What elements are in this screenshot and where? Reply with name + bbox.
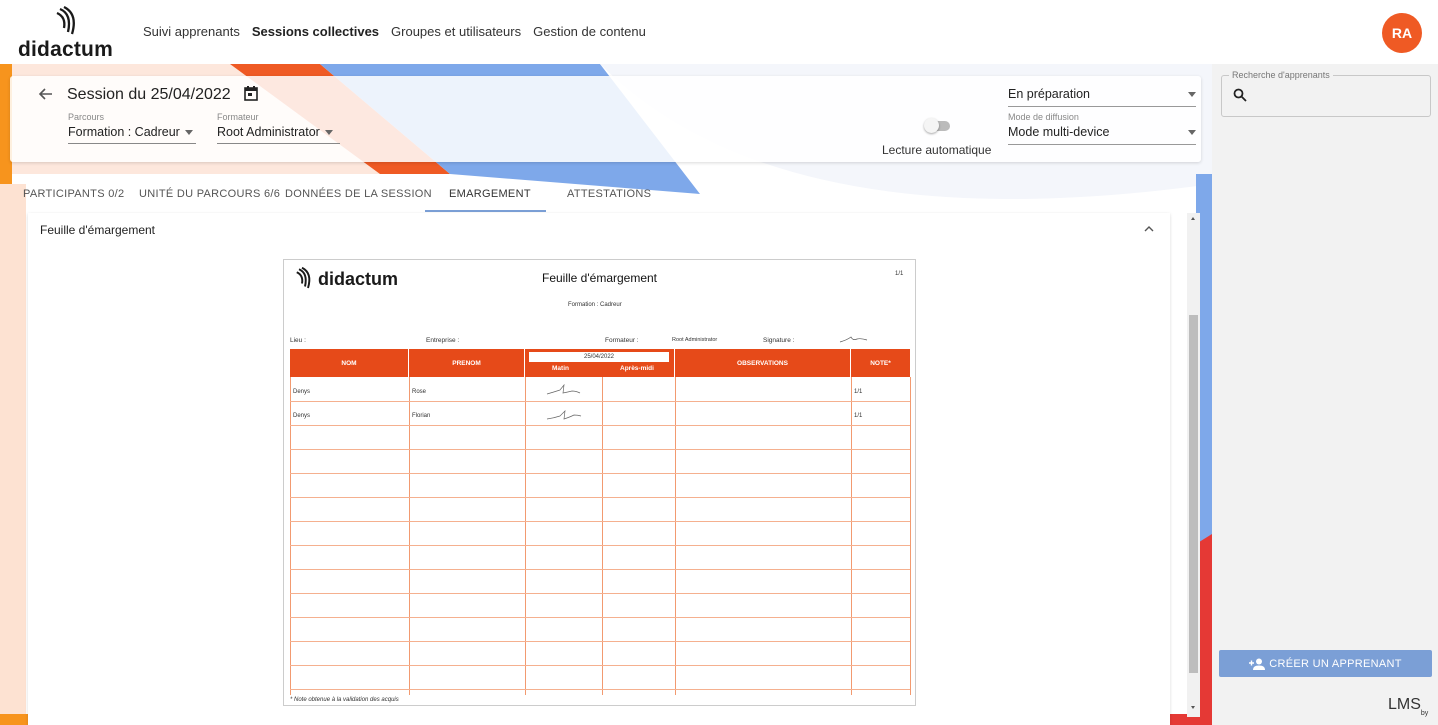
person-add-icon [1249,658,1266,670]
tab-unite-parcours[interactable]: UNITÉ DU PARCOURS 6/6 [139,188,280,200]
active-tab-indicator [425,210,546,212]
row-nom: Denys [293,389,311,395]
header-nom: NOM [290,349,409,377]
sheet-brand: didactum [318,268,399,289]
row-note: 1/1 [854,413,863,419]
user-avatar[interactable]: RA [1382,13,1422,53]
tab-attestations[interactable]: ATTESTATIONS [567,188,651,200]
status-value: En préparation [1008,87,1091,101]
chevron-down-icon [184,129,193,135]
learner-side-panel: Recherche d'apprenants CRÉER UN APPRENAN… [1212,64,1438,725]
sheet-table-header: NOM PRENOM 25/04/2022 Matin Après-midi O… [290,349,910,377]
formateur-select[interactable]: Formateur Root Administrator [217,112,340,144]
fingerprint-logo-icon [296,266,311,289]
scroll-up-icon[interactable] [1191,217,1195,220]
participant-signature [546,384,581,395]
lms-by: by [1420,710,1429,717]
sheet-logo: didactum [296,266,398,292]
sheet-title: Feuille d'émargement [542,271,658,285]
lms-text: LMS [1388,696,1421,713]
nav-item-suivi-apprenants[interactable]: Suivi apprenants [143,24,240,39]
sheet-entreprise-label: Entreprise : [426,337,460,344]
search-legend: Recherche d'apprenants [1229,70,1333,80]
chevron-up-icon[interactable] [1143,223,1155,235]
sheet-formateur-label: Formateur : [605,337,639,344]
calendar-icon[interactable] [243,85,259,102]
header-observations: OBSERVATIONS [675,349,851,377]
nav-item-sessions-collectives[interactable]: Sessions collectives [252,24,379,39]
tab-emargement[interactable]: EMARGEMENT [449,188,531,200]
trainer-signature [839,336,868,343]
attendance-sheet: didactum Feuille d'émargement 1/1 Format… [283,259,916,706]
sheet-page-number: 1/1 [895,271,904,277]
header-matin: Matin [552,365,569,372]
sheet-signature-label: Signature : [763,337,795,344]
chevron-down-icon [324,129,333,135]
arrow-back-icon[interactable] [38,86,54,102]
diffusion-select[interactable]: Mode de diffusion Mode multi-device [1008,112,1196,145]
parcours-label: Parcours [68,112,105,122]
session-title: Session du 25/04/2022 [67,86,231,103]
header-prenom: PRENOM [409,349,525,377]
header-apres-midi: Après-midi [620,365,654,372]
scroll-down-icon[interactable] [1191,706,1195,709]
content-scrollbar[interactable] [1187,213,1200,717]
session-header-card: Session du 25/04/2022 Parcours Formation… [10,76,1201,162]
fingerprint-logo-icon [56,6,75,35]
learner-search-input[interactable]: Recherche d'apprenants [1221,70,1431,117]
formateur-label: Formateur [217,112,259,122]
brand-name: didactum [18,38,113,61]
autoplay-toggle[interactable] [924,118,952,133]
parcours-value: Formation : Cadreur [68,125,180,139]
create-learner-button[interactable]: CRÉER UN APPRENANT [1219,650,1432,677]
search-icon [1233,88,1247,102]
autoplay-label: Lecture automatique [882,143,992,157]
row-prenom: Florian [412,413,431,419]
row-prenom: Rose [412,389,427,395]
parcours-select[interactable]: Parcours Formation : Cadreur [68,112,196,144]
chevron-down-icon [1188,129,1196,135]
sheet-lieu-label: Lieu : [290,337,306,344]
chevron-down-icon [1188,91,1196,97]
header-note: NOTE* [870,359,891,367]
row-note: 1/1 [854,389,863,395]
header-date: 25/04/2022 [529,352,669,362]
tab-donnees-session[interactable]: DONNÉES DE LA SESSION [285,188,432,200]
tab-participants[interactable]: PARTICIPANTS 0/2 [23,188,124,200]
sheet-formateur-value: Root Administrator [672,337,718,343]
formateur-value: Root Administrator [217,125,320,139]
sheet-footnote: * Note obtenue à la validation des acqui… [290,697,399,703]
top-bar: didactum Suivi apprenants Sessions colle… [0,0,1438,64]
diffusion-label: Mode de diffusion [1008,112,1079,122]
create-learner-label: CRÉER UN APPRENANT [1269,657,1402,670]
main-nav: Suivi apprenants Sessions collectives Gr… [143,24,646,39]
status-select[interactable]: En préparation [1008,87,1196,107]
sheet-formation: Formation : Cadreur [568,302,622,308]
row-nom: Denys [293,413,311,419]
diffusion-value: Mode multi-device [1008,125,1110,139]
participant-signature [546,410,582,420]
lms-footer-logo: LMSby [1388,696,1429,717]
panel-title: Feuille d'émargement [40,223,156,237]
nav-item-gestion-contenu[interactable]: Gestion de contenu [533,24,646,39]
nav-item-groupes-utilisateurs[interactable]: Groupes et utilisateurs [391,24,521,39]
brand-logo[interactable]: didactum [18,4,128,61]
session-tabs: PARTICIPANTS 0/2 UNITÉ DU PARCOURS 6/6 D… [10,178,1201,212]
scrollbar-thumb[interactable] [1189,315,1198,673]
